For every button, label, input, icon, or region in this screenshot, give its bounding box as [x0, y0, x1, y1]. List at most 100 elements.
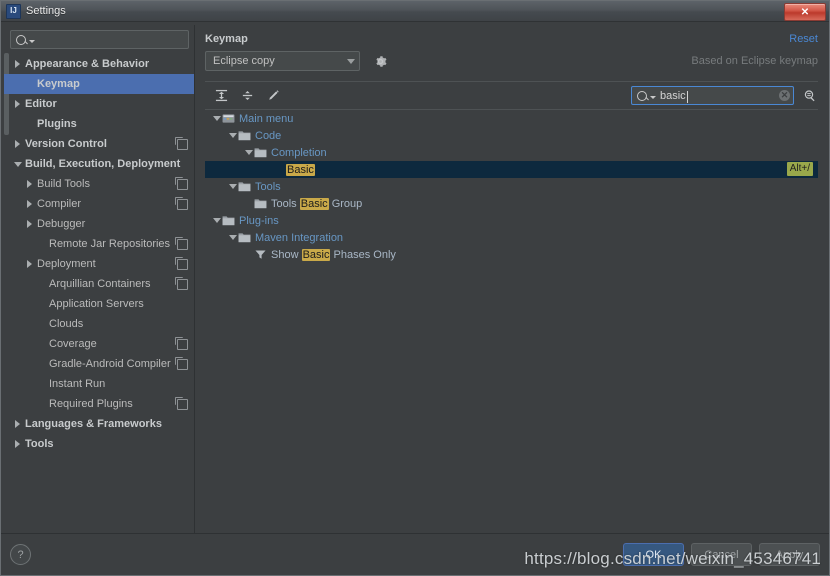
keymap-tree-row[interactable]: Plug-ins [205, 212, 818, 229]
toolbar-icon-group [205, 87, 282, 104]
chevron-down-icon[interactable] [243, 147, 254, 158]
tree-spacer [36, 239, 47, 250]
keymap-tree[interactable]: Main menu Code CompletionBasicAlt+/Tools To… [205, 109, 818, 533]
sidebar-tree[interactable]: Appearance & BehaviorKeymapEditorPlugins… [4, 53, 194, 533]
dialog-footer: ? OK Cancel Apply https://blog.csdn.net/… [1, 533, 829, 575]
sidebar-item-gradle-android-compiler[interactable]: Gradle-Android Compiler [4, 354, 194, 374]
project-scope-icon [177, 359, 188, 370]
chevron-right-icon[interactable] [12, 59, 23, 70]
filter-icon [254, 249, 267, 260]
sidebar-item-coverage[interactable]: Coverage [4, 334, 194, 354]
sidebar-item-plugins[interactable]: Plugins [4, 114, 194, 134]
sidebar-item-keymap[interactable]: Keymap [4, 74, 194, 94]
chevron-right-icon[interactable] [12, 99, 23, 110]
cancel-button[interactable]: Cancel [691, 543, 752, 566]
ok-button[interactable]: OK [623, 543, 684, 566]
chevron-down-icon[interactable] [211, 215, 222, 226]
keymap-select[interactable]: Eclipse copy [205, 51, 360, 71]
sidebar-item-build-execution-deployment[interactable]: Build, Execution, Deployment [4, 154, 194, 174]
tree-spacer [36, 339, 47, 350]
sidebar-item-version-control[interactable]: Version Control [4, 134, 194, 154]
keymap-tree-row[interactable]: Maven Integration [205, 229, 818, 246]
tree-spacer [36, 379, 47, 390]
window-title: Settings [26, 5, 66, 17]
tree-spacer [275, 164, 286, 175]
keymap-search-box[interactable]: basic ✕ [631, 86, 794, 105]
chevron-down-icon[interactable] [227, 181, 238, 192]
chevron-right-icon[interactable] [12, 439, 23, 450]
chevron-right-icon[interactable] [24, 219, 35, 230]
apply-button[interactable]: Apply [759, 543, 820, 566]
keymap-tree-label: Plug-ins [239, 215, 279, 227]
chevron-right-icon[interactable] [24, 259, 35, 270]
sidebar-item-tools[interactable]: Tools [4, 434, 194, 454]
chevron-down-icon[interactable] [227, 130, 238, 141]
chevron-right-icon[interactable] [12, 419, 23, 430]
sidebar-item-label: Required Plugins [49, 398, 133, 410]
page-title: Keymap [205, 33, 248, 45]
project-scope-icon [177, 239, 188, 250]
project-scope-icon [177, 399, 188, 410]
keymap-tree-label: Tools Basic Group [271, 198, 362, 210]
sidebar-item-arquillian-containers[interactable]: Arquillian Containers [4, 274, 194, 294]
tree-spacer [36, 399, 47, 410]
chevron-down-icon[interactable] [12, 159, 23, 170]
folder-icon [238, 130, 251, 141]
sidebar-item-label: Remote Jar Repositories [49, 238, 170, 250]
keymap-tree-row[interactable]: Completion [205, 144, 818, 161]
sidebar-item-application-servers[interactable]: Application Servers [4, 294, 194, 314]
folder-icon [238, 181, 251, 192]
gear-icon[interactable] [373, 54, 388, 69]
keymap-panel: Keymap Reset Eclipse copy [195, 25, 826, 533]
keymap-tree-row[interactable]: Main menu [205, 110, 818, 127]
sidebar-item-appearance-behavior[interactable]: Appearance & Behavior [4, 54, 194, 74]
folder-icon [238, 232, 251, 243]
chevron-right-icon[interactable] [12, 139, 23, 150]
sidebar-search-box[interactable] [10, 30, 189, 49]
find-by-shortcut-icon[interactable] [801, 87, 818, 104]
sidebar-item-debugger[interactable]: Debugger [4, 214, 194, 234]
chevron-down-icon[interactable] [227, 232, 238, 243]
chevron-down-icon[interactable] [211, 113, 222, 124]
keymap-tree-label: Code [255, 130, 281, 142]
keymap-select-row: Eclipse copy Based on Eclipse keymap [203, 45, 826, 71]
sidebar-item-required-plugins[interactable]: Required Plugins [4, 394, 194, 414]
edit-pencil-icon[interactable] [265, 87, 282, 104]
sidebar-item-build-tools[interactable]: Build Tools [4, 174, 194, 194]
reset-link[interactable]: Reset [789, 33, 818, 45]
chevron-right-icon[interactable] [24, 179, 35, 190]
expand-all-icon[interactable] [213, 87, 230, 104]
keymap-select-value: Eclipse copy [213, 55, 347, 67]
folder-icon [222, 215, 235, 226]
close-window-button[interactable]: ✕ [784, 3, 826, 21]
keymap-tree-label: Basic [286, 164, 315, 176]
settings-sidebar: Appearance & BehaviorKeymapEditorPlugins… [4, 25, 195, 533]
sidebar-item-languages-frameworks[interactable]: Languages & Frameworks [4, 414, 194, 434]
clear-search-icon[interactable]: ✕ [779, 90, 790, 101]
keymap-tree-row[interactable]: Tools Basic Group [205, 195, 818, 212]
tree-spacer [24, 119, 35, 130]
chevron-right-icon[interactable] [24, 199, 35, 210]
keymap-tree-row[interactable]: Show Basic Phases Only [205, 246, 818, 263]
sidebar-item-editor[interactable]: Editor [4, 94, 194, 114]
title-bar: IJ Settings ✕ [1, 1, 829, 22]
sidebar-item-deployment[interactable]: Deployment [4, 254, 194, 274]
sidebar-item-compiler[interactable]: Compiler [4, 194, 194, 214]
sidebar-item-clouds[interactable]: Clouds [4, 314, 194, 334]
settings-content: Appearance & BehaviorKeymapEditorPlugins… [1, 22, 829, 533]
keymap-tree-row[interactable]: BasicAlt+/ [205, 161, 818, 178]
based-on-label: Based on Eclipse keymap [691, 55, 818, 67]
sidebar-item-label: Languages & Frameworks [25, 418, 162, 430]
help-button[interactable]: ? [10, 544, 31, 565]
sidebar-item-remote-jar-repositories[interactable]: Remote Jar Repositories [4, 234, 194, 254]
keymap-search-input[interactable]: basic [660, 90, 779, 102]
sidebar-item-label: Version Control [25, 138, 107, 150]
sidebar-item-label: Coverage [49, 338, 97, 350]
search-match-highlight: Basic [300, 198, 329, 210]
sidebar-item-instant-run[interactable]: Instant Run [4, 374, 194, 394]
keymap-tree-row[interactable]: Code [205, 127, 818, 144]
keymap-tree-row[interactable]: Tools [205, 178, 818, 195]
collapse-all-icon[interactable] [239, 87, 256, 104]
tree-spacer [36, 299, 47, 310]
app-icon: IJ [6, 4, 21, 19]
